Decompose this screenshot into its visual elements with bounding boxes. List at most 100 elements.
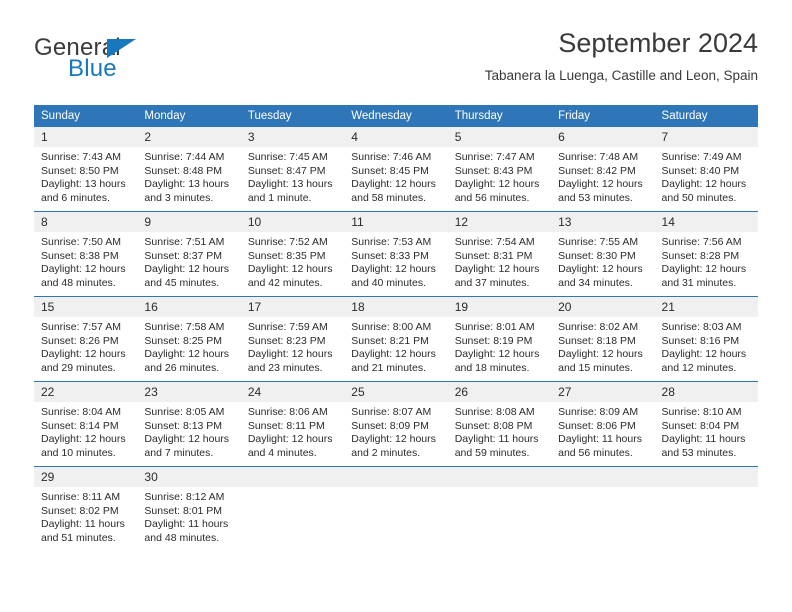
weekday-header-wednesday: Wednesday: [344, 105, 448, 127]
day-info: Sunrise: 7:46 AM Sunset: 8:45 PM Daylight:…: [344, 147, 447, 205]
day-number: 17: [240, 297, 345, 317]
day-number: 22: [34, 382, 138, 402]
daylight-line2: and 42 minutes.: [247, 276, 323, 289]
weekday-header-tuesday: Tuesday: [240, 105, 345, 127]
sunrise-text: Sunrise: 7:45 AM: [247, 151, 328, 163]
day-cell-empty: [344, 466, 448, 551]
day-cell[interactable]: 27 Sunrise: 8:09 AM Sunset: 8:06 PM Dayligh…: [551, 381, 655, 467]
daylight-line1: Daylight: 12 hours: [558, 263, 643, 276]
day-cell[interactable]: 19 Sunrise: 8:01 AM Sunset: 8:19 PM Dayligh…: [447, 296, 552, 382]
daylight-line1: Daylight: 12 hours: [661, 263, 747, 276]
day-cell[interactable]: 26 Sunrise: 8:08 AM Sunset: 8:08 PM Dayligh…: [447, 381, 552, 467]
daylight-line1: Daylight: 12 hours: [247, 348, 333, 361]
sunrise-text: Sunrise: 7:48 AM: [558, 151, 639, 163]
sunrise-text: Sunrise: 7:52 AM: [247, 236, 328, 248]
day-cell[interactable]: 2 Sunrise: 7:44 AM Sunset: 8:48 PM Daylight…: [137, 127, 241, 212]
daylight-line1: Daylight: 11 hours: [661, 433, 746, 446]
daylight-line1: Daylight: 13 hours: [247, 178, 333, 191]
day-number: [654, 467, 758, 487]
daylight-line2: and 51 minutes.: [41, 531, 116, 544]
day-cell[interactable]: 20 Sunrise: 8:02 AM Sunset: 8:18 PM Dayligh…: [551, 296, 655, 382]
day-cell-empty: [654, 466, 758, 551]
week-row: 1 Sunrise: 7:43 AM Sunset: 8:50 PM Daylight…: [34, 127, 758, 212]
day-cell[interactable]: 16 Sunrise: 7:58 AM Sunset: 8:25 PM Dayligh…: [137, 296, 241, 382]
day-info: Sunrise: 8:09 AM Sunset: 8:06 PM Daylight:…: [551, 402, 654, 460]
daylight-line2: and 58 minutes.: [351, 191, 426, 204]
calendar-page: General Blue September 2024 Tabanera la …: [0, 0, 792, 612]
day-cell[interactable]: 22 Sunrise: 8:04 AM Sunset: 8:14 PM Dayligh…: [34, 381, 138, 467]
weekday-header-saturday: Saturday: [654, 105, 758, 127]
day-info: Sunrise: 7:57 AM Sunset: 8:26 PM Daylight:…: [34, 317, 137, 375]
sunset-text: Sunset: 8:43 PM: [454, 164, 533, 177]
day-cell[interactable]: 15 Sunrise: 7:57 AM Sunset: 8:26 PM Dayligh…: [34, 296, 138, 382]
day-info: Sunrise: 8:02 AM Sunset: 8:18 PM Daylight:…: [551, 317, 654, 375]
sunset-text: Sunset: 8:01 PM: [144, 504, 223, 517]
sunrise-text: Sunrise: 8:06 AM: [247, 406, 328, 418]
sunset-text: Sunset: 8:37 PM: [144, 249, 223, 262]
sunset-text: Sunset: 8:02 PM: [41, 504, 119, 517]
day-number: 6: [551, 127, 655, 147]
day-number: 12: [447, 212, 552, 232]
day-number: 14: [654, 212, 758, 232]
day-cell[interactable]: 7 Sunrise: 7:49 AM Sunset: 8:40 PM Daylight…: [654, 127, 758, 212]
sunrise-text: Sunrise: 8:07 AM: [351, 406, 432, 418]
day-cell[interactable]: 1 Sunrise: 7:43 AM Sunset: 8:50 PM Daylight…: [34, 127, 138, 212]
day-cell[interactable]: 17 Sunrise: 7:59 AM Sunset: 8:23 PM Dayligh…: [240, 296, 345, 382]
daylight-line1: Daylight: 13 hours: [41, 178, 126, 191]
day-info: [655, 487, 758, 491]
sunrise-text: Sunrise: 8:00 AM: [351, 321, 432, 333]
daylight-line1: Daylight: 12 hours: [144, 263, 230, 276]
day-cell[interactable]: 23 Sunrise: 8:05 AM Sunset: 8:13 PM Dayligh…: [137, 381, 241, 467]
day-cell[interactable]: 9 Sunrise: 7:51 AM Sunset: 8:37 PM Daylight…: [137, 211, 241, 297]
day-cell[interactable]: 3 Sunrise: 7:45 AM Sunset: 8:47 PM Daylight…: [240, 127, 345, 212]
day-info: Sunrise: 8:07 AM Sunset: 8:09 PM Daylight:…: [344, 402, 447, 460]
day-cell[interactable]: 24 Sunrise: 8:06 AM Sunset: 8:11 PM Dayligh…: [240, 381, 345, 467]
day-info: Sunrise: 7:58 AM Sunset: 8:25 PM Daylight:…: [137, 317, 240, 375]
daylight-line1: Daylight: 12 hours: [247, 263, 333, 276]
sunrise-text: Sunrise: 7:55 AM: [558, 236, 639, 248]
daylight-line2: and 15 minutes.: [558, 361, 633, 374]
day-cell[interactable]: 8 Sunrise: 7:50 AM Sunset: 8:38 PM Daylight…: [34, 211, 138, 297]
daylight-line1: Daylight: 12 hours: [351, 433, 436, 446]
sunrise-text: Sunrise: 7:49 AM: [661, 151, 742, 163]
sunrise-text: Sunrise: 7:53 AM: [351, 236, 432, 248]
day-info: Sunrise: 8:10 AM Sunset: 8:04 PM Daylight:…: [655, 402, 758, 460]
weekday-header-row: Sunday Monday Tuesday Wednesday Thursday…: [34, 105, 758, 127]
day-cell-empty: [240, 466, 345, 551]
day-cell[interactable]: 10 Sunrise: 7:52 AM Sunset: 8:35 PM Dayligh…: [240, 211, 345, 297]
day-cell[interactable]: 29 Sunrise: 8:11 AM Sunset: 8:02 PM Dayligh…: [34, 466, 138, 551]
day-cell[interactable]: 5 Sunrise: 7:47 AM Sunset: 8:43 PM Daylight…: [447, 127, 552, 212]
day-cell[interactable]: 11 Sunrise: 7:53 AM Sunset: 8:33 PM Dayligh…: [344, 211, 448, 297]
weekday-header-thursday: Thursday: [447, 105, 552, 127]
day-info: Sunrise: 7:51 AM Sunset: 8:37 PM Daylight:…: [137, 232, 240, 290]
sunset-text: Sunset: 8:42 PM: [558, 164, 636, 177]
day-cell[interactable]: 18 Sunrise: 8:00 AM Sunset: 8:21 PM Dayligh…: [344, 296, 448, 382]
day-info: Sunrise: 8:11 AM Sunset: 8:02 PM Daylight:…: [34, 487, 137, 545]
day-cell[interactable]: 25 Sunrise: 8:07 AM Sunset: 8:09 PM Dayligh…: [344, 381, 448, 467]
day-cell[interactable]: 4 Sunrise: 7:46 AM Sunset: 8:45 PM Daylight…: [344, 127, 448, 212]
day-cell[interactable]: 30 Sunrise: 8:12 AM Sunset: 8:01 PM Dayligh…: [137, 466, 241, 551]
day-number: 20: [551, 297, 655, 317]
day-cell[interactable]: 6 Sunrise: 7:48 AM Sunset: 8:42 PM Daylight…: [551, 127, 655, 212]
day-info: Sunrise: 8:05 AM Sunset: 8:13 PM Daylight:…: [137, 402, 240, 460]
day-cell[interactable]: 14 Sunrise: 7:56 AM Sunset: 8:28 PM Dayligh…: [654, 211, 758, 297]
day-info: [551, 487, 654, 491]
day-cell[interactable]: 12 Sunrise: 7:54 AM Sunset: 8:31 PM Dayligh…: [447, 211, 552, 297]
day-number: 10: [240, 212, 345, 232]
day-cell[interactable]: 21 Sunrise: 8:03 AM Sunset: 8:16 PM Dayligh…: [654, 296, 758, 382]
daylight-line2: and 2 minutes.: [351, 446, 421, 459]
week-row: 8 Sunrise: 7:50 AM Sunset: 8:38 PM Daylight…: [34, 211, 758, 297]
sunset-text: Sunset: 8:38 PM: [41, 249, 119, 262]
daylight-line1: Daylight: 12 hours: [661, 178, 747, 191]
day-cell[interactable]: 28 Sunrise: 8:10 AM Sunset: 8:04 PM Dayligh…: [654, 381, 758, 467]
day-number: 2: [137, 127, 241, 147]
daylight-line2: and 31 minutes.: [661, 276, 737, 289]
general-blue-logo[interactable]: General Blue: [34, 34, 264, 90]
day-info: Sunrise: 7:47 AM Sunset: 8:43 PM Daylight:…: [448, 147, 551, 205]
day-info: Sunrise: 7:48 AM Sunset: 8:42 PM Daylight:…: [551, 147, 654, 205]
calendar-body: 1 Sunrise: 7:43 AM Sunset: 8:50 PM Daylight…: [34, 127, 758, 551]
sunset-text: Sunset: 8:18 PM: [558, 334, 636, 347]
day-number: [447, 467, 552, 487]
sunset-text: Sunset: 8:48 PM: [144, 164, 223, 177]
day-cell[interactable]: 13 Sunrise: 7:55 AM Sunset: 8:30 PM Dayligh…: [551, 211, 655, 297]
